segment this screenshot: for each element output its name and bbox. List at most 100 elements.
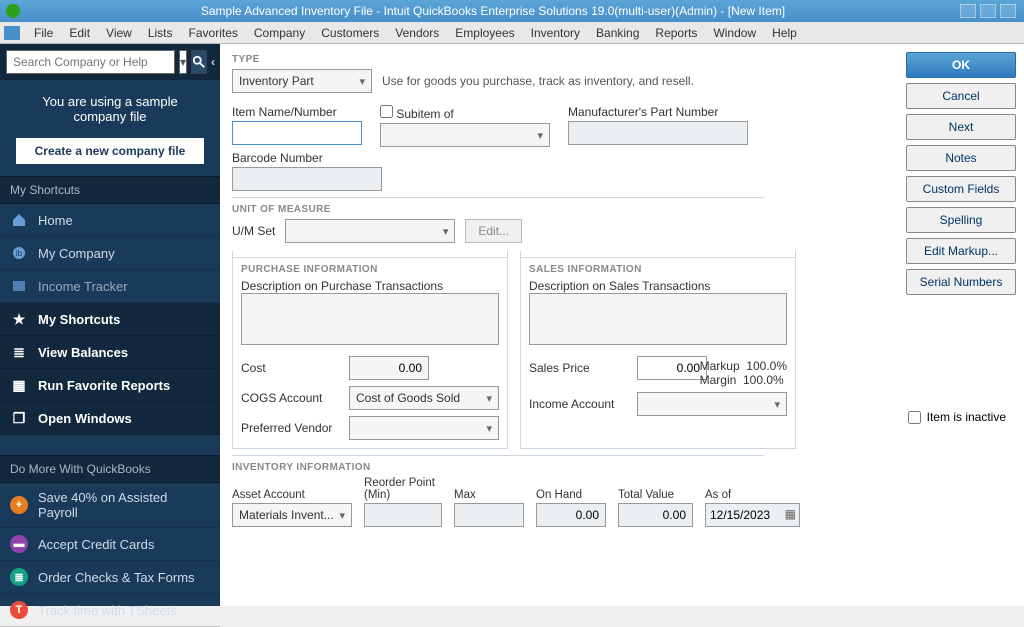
barcode-label: Barcode Number xyxy=(232,151,382,165)
serial-numbers-button[interactable]: Serial Numbers xyxy=(906,269,1016,295)
max-input[interactable] xyxy=(454,503,524,527)
star-icon: ★ xyxy=(10,310,28,328)
income-account-label: Income Account xyxy=(529,397,629,411)
menu-vendors[interactable]: Vendors xyxy=(387,26,447,40)
sidebar-panel-my-shortcuts[interactable]: ★ My Shortcuts xyxy=(0,303,220,336)
home-icon xyxy=(10,211,28,229)
menu-lists[interactable]: Lists xyxy=(140,26,181,40)
sales-price-input[interactable] xyxy=(637,356,707,380)
sidebar-item-home[interactable]: Home xyxy=(0,204,220,237)
menu-company[interactable]: Company xyxy=(246,26,313,40)
mfr-part-input[interactable] xyxy=(568,121,748,145)
edit-markup-button[interactable]: Edit Markup... xyxy=(906,238,1016,264)
subitem-label: Subitem of xyxy=(380,105,550,121)
sidebar-item-label: Order Checks & Tax Forms xyxy=(38,570,195,585)
cost-label: Cost xyxy=(241,361,341,375)
create-company-button[interactable]: Create a new company file xyxy=(16,138,204,164)
asset-account-label: Asset Account xyxy=(232,489,352,501)
menu-view[interactable]: View xyxy=(98,26,140,40)
magnifier-icon xyxy=(192,55,206,69)
cancel-button[interactable]: Cancel xyxy=(906,83,1016,109)
svg-text:ib: ib xyxy=(16,249,23,258)
sidebar-item-label: My Company xyxy=(38,246,115,261)
menu-help[interactable]: Help xyxy=(764,26,805,40)
checks-icon: ≣ xyxy=(10,568,28,586)
pref-vendor-dropdown[interactable] xyxy=(349,416,499,440)
item-inactive-row: Item is inactive xyxy=(908,410,1006,424)
menu-edit[interactable]: Edit xyxy=(61,26,98,40)
sidebar: ▾ ‹ You are using a sample company file … xyxy=(0,44,220,606)
pref-vendor-label: Preferred Vendor xyxy=(241,421,341,435)
purchase-desc-input[interactable] xyxy=(241,293,499,345)
custom-fields-button[interactable]: Custom Fields xyxy=(906,176,1016,202)
card-icon: ▬ xyxy=(10,535,28,553)
menu-window[interactable]: Window xyxy=(705,26,764,40)
next-button[interactable]: Next xyxy=(906,114,1016,140)
sidebar-item-my-company[interactable]: ib My Company xyxy=(0,237,220,270)
type-description: Use for goods you purchase, track as inv… xyxy=(382,74,694,88)
tracker-icon xyxy=(10,277,28,295)
menu-banking[interactable]: Banking xyxy=(588,26,647,40)
markup-margin-readout: Markup 100.0% Margin 100.0% xyxy=(700,359,787,387)
sidebar-item-label: Income Tracker xyxy=(38,279,128,294)
system-menu-icon[interactable] xyxy=(4,26,20,40)
do-more-header: Do More With QuickBooks xyxy=(0,455,220,483)
menu-favorites[interactable]: Favorites xyxy=(181,26,246,40)
sales-desc-input[interactable] xyxy=(529,293,787,345)
search-input[interactable] xyxy=(6,50,175,74)
reorder-point-input[interactable] xyxy=(364,503,442,527)
sidebar-collapse-button[interactable]: ‹ xyxy=(211,50,215,74)
menu-customers[interactable]: Customers xyxy=(313,26,387,40)
search-button[interactable] xyxy=(191,50,207,74)
subitem-dropdown[interactable] xyxy=(380,123,550,147)
sidebar-panel-view-balances[interactable]: ≣ View Balances xyxy=(0,336,220,369)
uom-set-label: U/M Set xyxy=(232,224,275,238)
sales-price-label: Sales Price xyxy=(529,361,629,375)
uom-edit-button[interactable]: Edit... xyxy=(465,219,522,243)
sidebar-item-label: Save 40% on Assisted Payroll xyxy=(38,490,210,520)
right-button-panel: OK Cancel Next Notes Custom Fields Spell… xyxy=(906,52,1016,295)
sidebar-panel-open-windows[interactable]: ❐ Open Windows xyxy=(0,402,220,435)
uom-set-dropdown[interactable] xyxy=(285,219,455,243)
sidebar-panel-run-favorite-reports[interactable]: ▦ Run Favorite Reports xyxy=(0,369,220,402)
menu-employees[interactable]: Employees xyxy=(447,26,522,40)
sidebar-item-label: My Shortcuts xyxy=(38,312,120,327)
sidebar-item-label: Home xyxy=(38,213,73,228)
plus-icon: + xyxy=(10,496,28,514)
spelling-button[interactable]: Spelling xyxy=(906,207,1016,233)
minimize-icon[interactable] xyxy=(960,4,976,18)
maximize-icon[interactable] xyxy=(980,4,996,18)
item-name-input[interactable] xyxy=(232,121,362,145)
menu-file[interactable]: File xyxy=(26,26,61,40)
cost-input[interactable] xyxy=(349,356,429,380)
income-account-dropdown[interactable] xyxy=(637,392,787,416)
sidebar-item-payroll[interactable]: + Save 40% on Assisted Payroll xyxy=(0,483,220,528)
subitem-checkbox[interactable] xyxy=(380,105,393,118)
barcode-input[interactable] xyxy=(232,167,382,191)
calendar-icon[interactable]: ▦ xyxy=(785,507,796,521)
sidebar-item-order-checks[interactable]: ≣ Order Checks & Tax Forms xyxy=(0,561,220,594)
ok-button[interactable]: OK xyxy=(906,52,1016,78)
sidebar-item-credit-cards[interactable]: ▬ Accept Credit Cards xyxy=(0,528,220,561)
sales-section-label: SALES INFORMATION xyxy=(521,257,795,275)
uom-section-label: UNIT OF MEASURE xyxy=(232,197,764,215)
sidebar-item-label: Track time with TSheets xyxy=(38,603,177,618)
sidebar-item-tsheets[interactable]: T Track time with TSheets xyxy=(0,594,220,627)
close-icon[interactable] xyxy=(1000,4,1016,18)
cogs-dropdown[interactable]: Cost of Goods Sold xyxy=(349,386,499,410)
sidebar-item-income-tracker[interactable]: Income Tracker xyxy=(0,270,220,303)
onhand-input[interactable] xyxy=(536,503,606,527)
total-value-input[interactable] xyxy=(618,503,693,527)
list-icon: ≣ xyxy=(10,343,28,361)
asset-account-dropdown[interactable]: Materials Invent... xyxy=(232,503,352,527)
asof-label: As of xyxy=(705,489,800,501)
notes-button[interactable]: Notes xyxy=(906,145,1016,171)
menu-inventory[interactable]: Inventory xyxy=(523,26,588,40)
item-inactive-checkbox[interactable] xyxy=(908,411,921,424)
qb-logo-icon xyxy=(6,4,20,18)
titlebar: Sample Advanced Inventory File - Intuit … xyxy=(0,0,1024,22)
menu-reports[interactable]: Reports xyxy=(647,26,705,40)
search-scope-dropdown[interactable]: ▾ xyxy=(179,50,187,74)
type-dropdown[interactable]: Inventory Part xyxy=(232,69,372,93)
max-label: Max xyxy=(454,489,524,501)
